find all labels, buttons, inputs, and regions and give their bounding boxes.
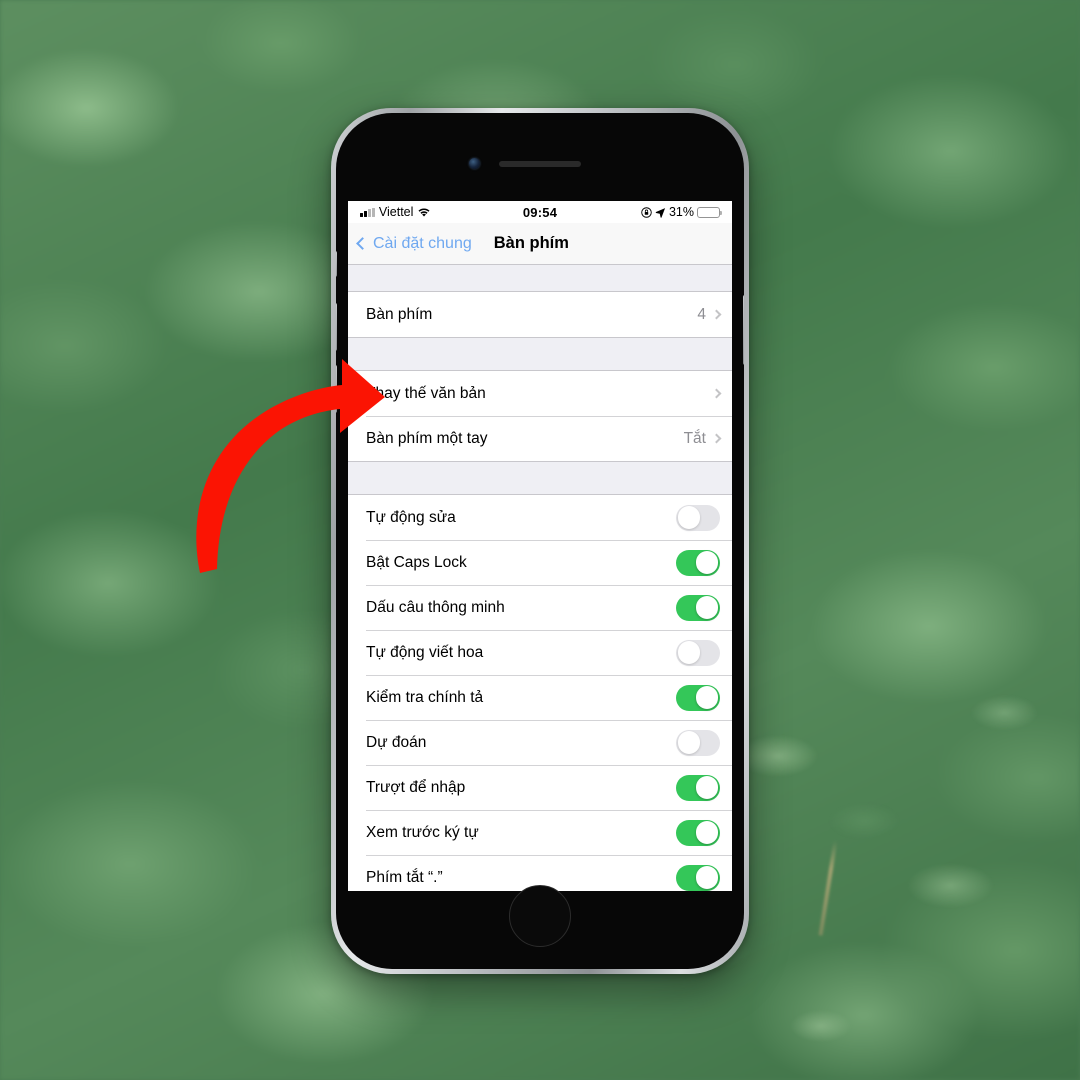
list-top-gap <box>348 265 732 291</box>
settings-group-keyboards: Bàn phím 4 <box>348 291 732 338</box>
toggle-phim-tat[interactable] <box>676 864 720 891</box>
row-label: Xem trước ký tự <box>366 823 479 841</box>
row-ban-phim[interactable]: Bàn phím 4 <box>348 292 732 337</box>
silent-switch[interactable] <box>336 251 337 277</box>
row-label: Dấu câu thông minh <box>366 598 505 616</box>
row-label: Kiểm tra chính tả <box>366 688 484 706</box>
rotation-lock-icon <box>641 206 652 218</box>
battery-icon <box>697 206 723 218</box>
row-label: Bàn phím <box>366 305 433 323</box>
settings-group-toggles: Tự động sửa Bật Caps Lock Dấu câu thông … <box>348 494 732 891</box>
chevron-right-icon <box>711 309 722 320</box>
toggle-tu-dong-viet-hoa[interactable] <box>676 639 720 666</box>
settings-group-text: Thay thế văn bản Bàn phím một tay Tắt <box>348 370 732 462</box>
row-label: Tự động viết hoa <box>366 643 484 661</box>
row-du-doan[interactable]: Dự đoán <box>348 720 732 765</box>
phone-screen: Viettel 09:54 31% Cài đặt chung Bàn phím… <box>348 201 732 891</box>
row-label: Dự đoán <box>366 733 427 751</box>
row-xem-truoc-ky-tu[interactable]: Xem trước ký tự <box>348 810 732 855</box>
row-label: Trượt để nhập <box>366 778 466 796</box>
toggle-bat-caps-lock[interactable] <box>676 549 720 576</box>
toggle-du-doan[interactable] <box>676 729 720 756</box>
row-truot-de-nhap[interactable]: Trượt để nhập <box>348 765 732 810</box>
row-dau-cau-thong-minh[interactable]: Dấu câu thông minh <box>348 585 732 630</box>
page-title: Bàn phím <box>493 234 569 252</box>
chevron-right-icon <box>711 388 722 399</box>
group-separator-2 <box>348 462 732 494</box>
carrier-label: Viettel <box>378 205 414 219</box>
chevron-right-icon <box>711 433 722 444</box>
wifi-icon <box>418 207 430 217</box>
row-tu-dong-viet-hoa[interactable]: Tự động viết hoa <box>348 630 732 675</box>
row-bat-caps-lock[interactable]: Bật Caps Lock <box>348 540 732 585</box>
settings-list[interactable]: Bàn phím 4 Thay thế văn bản Bàn phím một… <box>348 265 732 891</box>
chevron-left-icon <box>356 237 369 250</box>
row-value: Tắt <box>683 429 706 447</box>
earpiece-speaker <box>499 161 581 167</box>
row-label: Bật Caps Lock <box>366 553 467 571</box>
power-button[interactable] <box>743 295 744 365</box>
back-button[interactable]: Cài đặt chung <box>356 234 472 253</box>
volume-up-button[interactable] <box>336 303 337 351</box>
iphone-device: Viettel 09:54 31% Cài đặt chung Bàn phím… <box>331 108 749 974</box>
cellular-bars-icon <box>360 207 375 217</box>
location-arrow-icon <box>655 207 666 218</box>
toggle-dau-cau-thong-minh[interactable] <box>676 594 720 621</box>
row-tu-dong-sua[interactable]: Tự động sửa <box>348 495 732 540</box>
front-camera <box>469 158 480 169</box>
toggle-tu-dong-sua[interactable] <box>676 504 720 531</box>
row-label: Thay thế văn bản <box>366 384 486 402</box>
volume-down-button[interactable] <box>336 365 337 413</box>
row-label: Phím tắt “.” <box>366 868 443 886</box>
toggle-xem-truoc-ky-tu[interactable] <box>676 819 720 846</box>
home-button[interactable] <box>509 885 571 947</box>
status-bar: Viettel 09:54 31% <box>348 201 732 223</box>
row-kiem-tra-chinh-ta[interactable]: Kiểm tra chính tả <box>348 675 732 720</box>
row-value: 4 <box>697 305 706 323</box>
clock: 09:54 <box>522 204 558 220</box>
row-label: Bàn phím một tay <box>366 429 488 447</box>
toggle-truot-de-nhap[interactable] <box>676 774 720 801</box>
battery-percent-label: 31% <box>668 205 694 219</box>
row-label: Tự động sửa <box>366 508 456 526</box>
phone-bezel: Viettel 09:54 31% Cài đặt chung Bàn phím… <box>336 113 744 969</box>
navigation-bar: Cài đặt chung Bàn phím <box>348 223 732 265</box>
screenshot-canvas: Viettel 09:54 31% Cài đặt chung Bàn phím… <box>0 0 1080 1080</box>
row-thay-the-van-ban[interactable]: Thay thế văn bản <box>348 371 732 416</box>
toggle-kiem-tra-chinh-ta[interactable] <box>676 684 720 711</box>
group-separator-1 <box>348 338 732 370</box>
row-ban-phim-mot-tay[interactable]: Bàn phím một tay Tắt <box>348 416 732 461</box>
back-button-label: Cài đặt chung <box>373 234 472 252</box>
